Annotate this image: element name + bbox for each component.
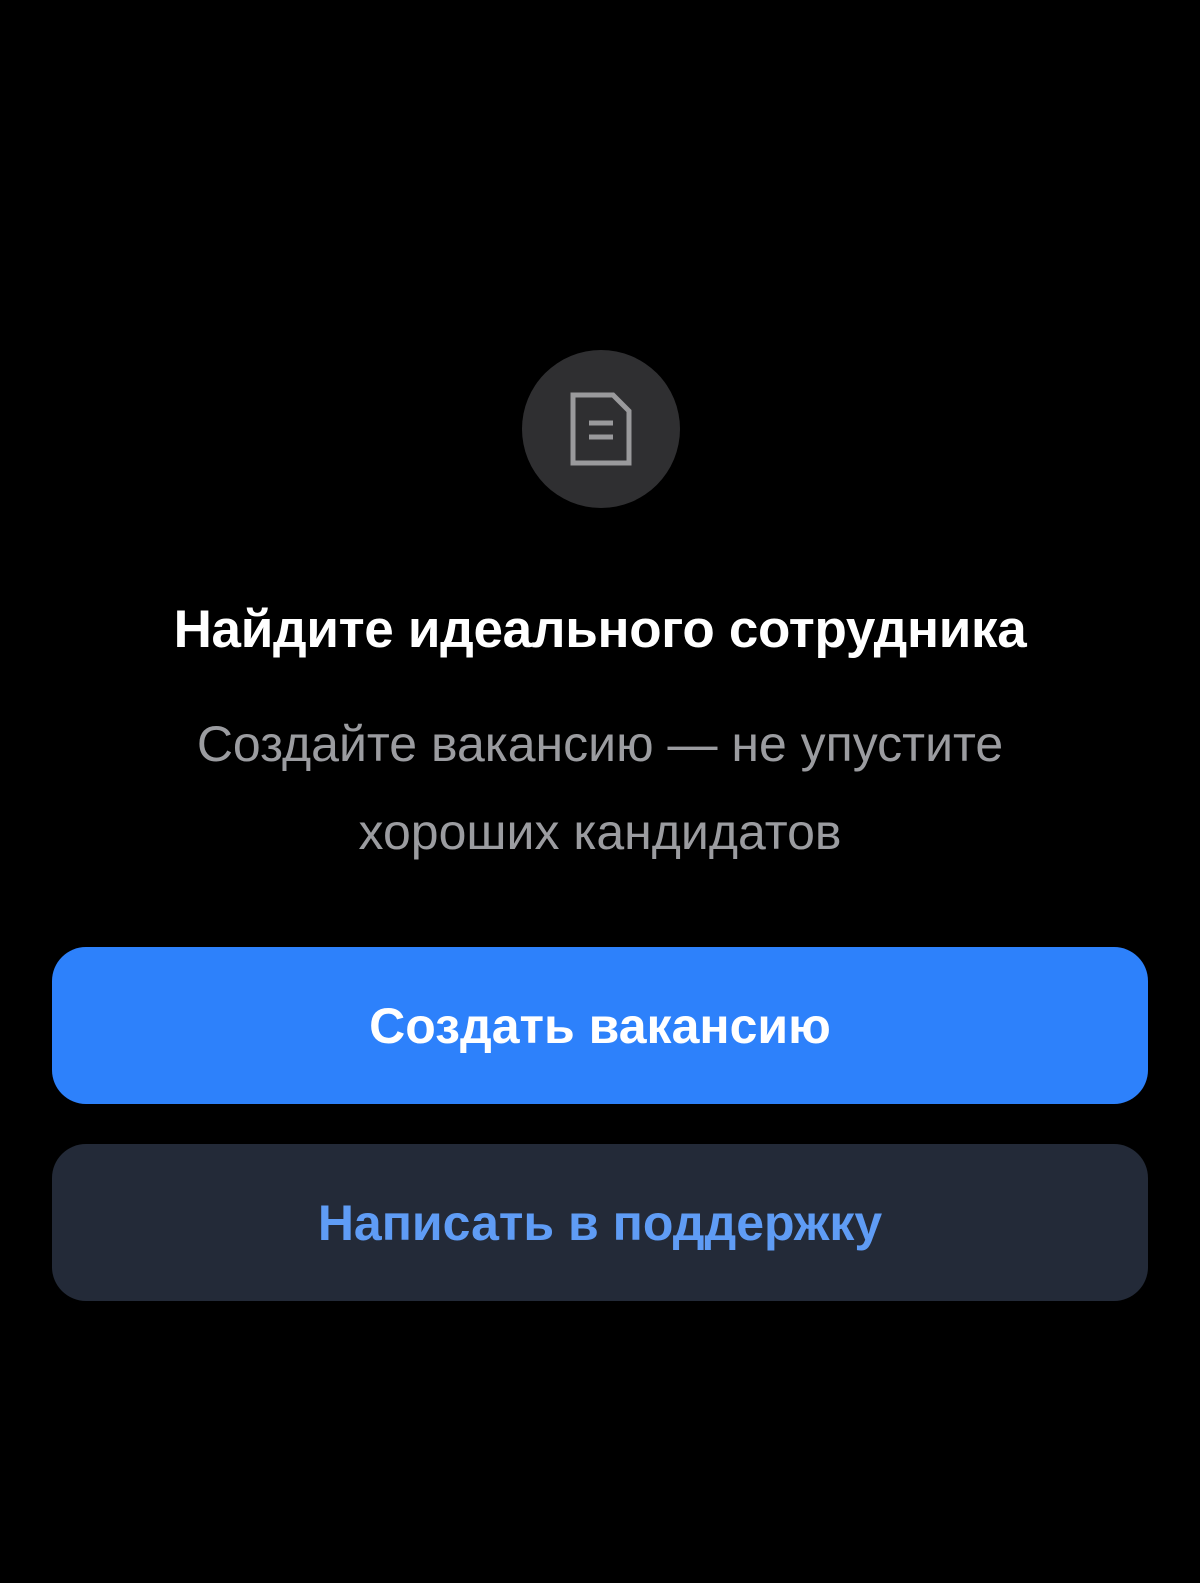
document-icon-badge — [522, 350, 680, 508]
create-vacancy-button-label: Создать вакансию — [369, 997, 831, 1054]
empty-state-subtitle: Создайте вакансию — не упустите хороших … — [196, 716, 1004, 860]
empty-state-title: Найдите идеального сотрудника — [173, 600, 1027, 659]
document-icon — [570, 392, 632, 466]
contact-support-button-label: Написать в поддержку — [317, 1194, 883, 1251]
empty-state-screen: Найдите идеального сотрудника Создайте в… — [0, 0, 1200, 1583]
create-vacancy-button[interactable]: Создать вакансию — [52, 947, 1148, 1104]
contact-support-button[interactable]: Написать в поддержку — [52, 1144, 1148, 1301]
